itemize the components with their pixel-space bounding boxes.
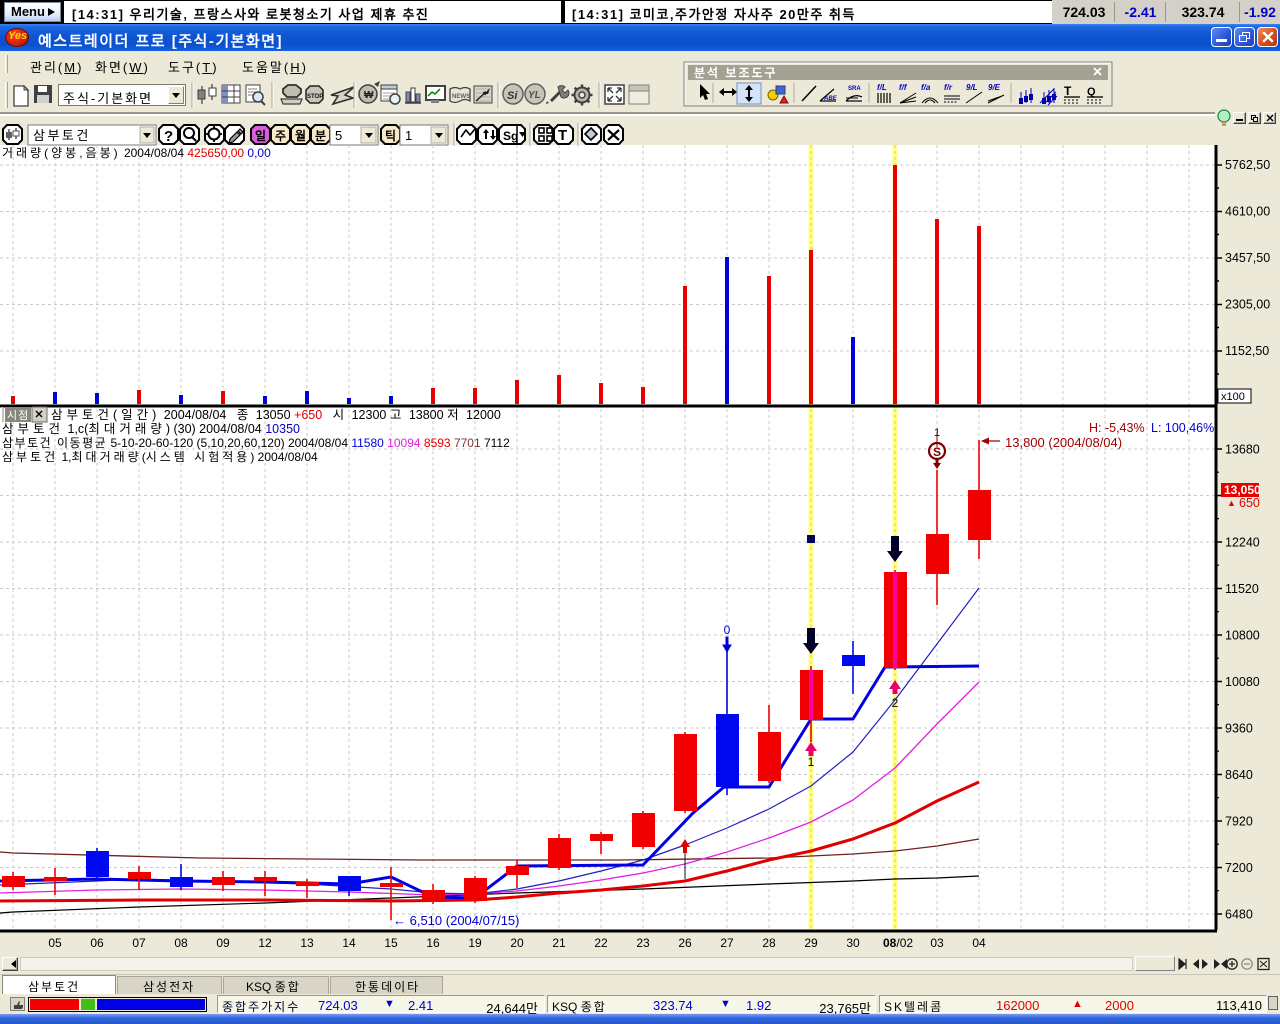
svg-text:삼부토건 1,최대거래량(시스템 시험적용) 2004/08: 삼부토건 1,최대거래량(시스템 시험적용) 2004/08/04: [2, 450, 318, 464]
svg-text:ABE: ABE: [823, 96, 838, 102]
svg-text:L: 100,46%: L: 100,46%: [1151, 421, 1214, 435]
svg-text:8640: 8640: [1225, 768, 1253, 782]
svg-text:NEWS: NEWS: [452, 94, 470, 100]
svg-text:삼부토건 1,c(최대거래량) (30) 2004/08/0: 삼부토건 1,c(최대거래량) (30) 2004/08/04 10350: [2, 422, 300, 436]
svg-text:9/E: 9/E: [988, 83, 1001, 92]
svg-text:13,050: 13,050: [1224, 483, 1261, 497]
svg-text:26: 26: [678, 936, 692, 950]
svg-text:시점: 시점: [7, 409, 29, 422]
svg-text:16: 16: [426, 936, 440, 950]
svg-text:T: T: [1064, 84, 1072, 98]
svg-text:28: 28: [762, 936, 776, 950]
svg-text:2: 2: [892, 696, 899, 710]
svg-text:H: -5,43%: H: -5,43%: [1089, 421, 1145, 435]
svg-text:월: 월: [295, 128, 306, 143]
svg-text:1: 1: [405, 128, 412, 143]
svg-text:틱: 틱: [385, 128, 396, 143]
svg-text:Si: Si: [507, 90, 518, 102]
svg-text:08: 08: [174, 936, 188, 950]
svg-text:4610,00: 4610,00: [1225, 205, 1270, 219]
svg-text:Sg: Sg: [503, 129, 518, 143]
svg-text:x100: x100: [1221, 391, 1245, 403]
svg-text:1152,50: 1152,50: [1225, 344, 1269, 358]
svg-text:12: 12: [258, 936, 272, 950]
svg-text:11520: 11520: [1225, 582, 1259, 596]
svg-text:0: 0: [724, 623, 731, 637]
svg-text:7920: 7920: [1225, 815, 1253, 829]
svg-text:← 6,510 (2004/07/15): ← 6,510 (2004/07/15): [393, 913, 519, 928]
svg-text:?: ?: [164, 128, 173, 145]
svg-text:06: 06: [90, 936, 104, 950]
svg-text:29: 29: [804, 936, 818, 950]
svg-text:14: 14: [342, 936, 356, 950]
svg-text:f/a: f/a: [921, 83, 931, 92]
svg-text:10080: 10080: [1225, 675, 1260, 689]
svg-text:22: 22: [594, 936, 608, 950]
svg-text:09: 09: [216, 936, 230, 950]
svg-text:07: 07: [132, 936, 146, 950]
svg-text:13: 13: [300, 936, 314, 950]
svg-text:Q: Q: [1087, 86, 1096, 98]
svg-text:일: 일: [255, 129, 266, 143]
svg-text:13,800 (2004/08/04): 13,800 (2004/08/04): [1005, 435, 1122, 450]
svg-text:30: 30: [846, 936, 860, 950]
svg-text:YL: YL: [528, 90, 541, 101]
svg-text:6480: 6480: [1225, 908, 1253, 922]
svg-text:12240: 12240: [1225, 536, 1260, 550]
svg-text:9/L: 9/L: [966, 83, 978, 92]
svg-text:f/r: f/r: [944, 83, 953, 92]
svg-text:21: 21: [552, 936, 566, 950]
svg-text:▲: ▲: [1227, 498, 1236, 508]
svg-text:분: 분: [315, 129, 326, 143]
svg-text:SRA: SRA: [848, 86, 861, 92]
svg-text:2305,00: 2305,00: [1225, 298, 1270, 312]
svg-text:7200: 7200: [1225, 861, 1253, 875]
svg-text:05: 05: [48, 936, 62, 950]
svg-text:10800: 10800: [1225, 629, 1260, 643]
svg-text:27: 27: [720, 936, 734, 950]
svg-text:삼부토건(일간) 2004/08/04 종 13050: 삼부토건(일간) 2004/08/04 종 13050 +650 시 12300…: [51, 408, 501, 422]
svg-text:S: S: [933, 445, 941, 459]
svg-text:분석 보조도구: 분석 보조도구: [694, 66, 778, 80]
svg-text:f/L: f/L: [877, 83, 887, 92]
svg-text:T: T: [558, 127, 567, 144]
svg-text:삼부토건: 삼부토건: [33, 128, 91, 143]
svg-text:5: 5: [335, 128, 342, 143]
svg-text:23: 23: [636, 936, 650, 950]
svg-text:13680: 13680: [1225, 443, 1260, 457]
svg-text:f/f: f/f: [899, 83, 908, 92]
svg-text:₩: ₩: [364, 90, 374, 101]
svg-text:3457,50: 3457,50: [1225, 251, 1270, 265]
svg-text:주: 주: [275, 129, 286, 143]
svg-text:04: 04: [972, 936, 986, 950]
svg-text:9360: 9360: [1225, 722, 1253, 736]
svg-text:03: 03: [930, 936, 944, 950]
svg-text:15: 15: [384, 936, 398, 950]
svg-text:1: 1: [808, 755, 815, 769]
svg-text:19: 19: [468, 936, 482, 950]
svg-text:650: 650: [1239, 496, 1260, 510]
svg-text:5762,50: 5762,50: [1225, 158, 1270, 172]
svg-text:거래량(양봉,음봉) 2004/08/04 425650,0: 거래량(양봉,음봉) 2004/08/04 425650,00 0,00: [2, 146, 271, 160]
svg-text:20: 20: [510, 936, 524, 950]
svg-text:STOP: STOP: [307, 94, 323, 100]
svg-text:삼부토건 이동평균 5-10-20-60-120 (5,10: 삼부토건 이동평균 5-10-20-60-120 (5,10,20,60,120…: [2, 436, 510, 450]
svg-text:08/02: 08/02: [883, 936, 913, 950]
